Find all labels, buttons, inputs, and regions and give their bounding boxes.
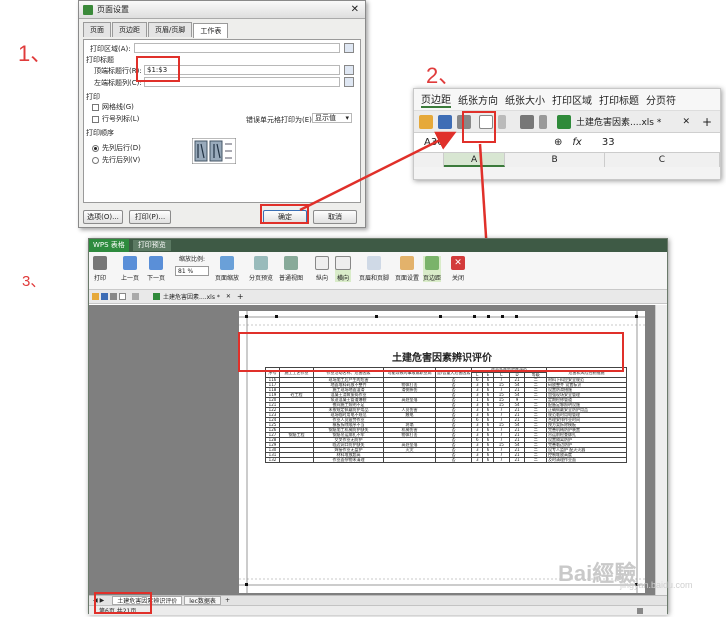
highlight-title-rows: [238, 332, 624, 372]
table-row: 132 作业面杂物未清理 否 3 6 7 21 二及时清理作业面: [265, 457, 627, 463]
print-icon: [93, 256, 107, 270]
margin-handle[interactable]: [473, 315, 476, 318]
wps-titlebar: WPS 表格 打印预览: [89, 239, 667, 252]
margins-button[interactable]: 页边距: [423, 256, 442, 282]
arrow-dialog-to-toolbar: [299, 131, 457, 212]
normal-view-label: 普通视图: [279, 275, 304, 282]
print-icon[interactable]: [110, 293, 117, 300]
page-zoom-icon: [220, 256, 234, 270]
prev-page-button[interactable]: 上一页: [121, 256, 139, 282]
zoom-select[interactable]: 81 %: [175, 266, 209, 276]
normal-view-button[interactable]: 普通视图: [279, 256, 303, 282]
margin-handle[interactable]: [275, 315, 278, 318]
margin-handle[interactable]: [501, 315, 504, 318]
margin-handle[interactable]: [245, 315, 248, 318]
print-button[interactable]: 打印: [93, 256, 107, 282]
page-zoom-button[interactable]: 页面缩放: [215, 256, 239, 282]
sheet-tab-lec[interactable]: lec数据表: [184, 596, 221, 605]
header-footer-button[interactable]: 页眉和页脚: [359, 256, 389, 282]
margin-handle[interactable]: [245, 583, 248, 586]
landscape-button[interactable]: 横向: [335, 256, 351, 282]
margins-label: 页边距: [423, 275, 442, 282]
undo-icon[interactable]: [132, 293, 139, 300]
landscape-label: 横向: [336, 275, 349, 282]
close-preview-button[interactable]: ✕ 关闭: [451, 256, 465, 282]
spreadsheet-icon: [153, 293, 160, 300]
margin-handle[interactable]: [487, 315, 490, 318]
next-page-icon: [149, 256, 163, 270]
portrait-icon: [315, 256, 329, 270]
portrait-label: 纵向: [315, 275, 328, 282]
view-icon[interactable]: [637, 607, 643, 614]
zoom-ratio-group: 缩放比例: 81 %: [175, 254, 209, 276]
page-break-preview-label: 分页预览: [249, 275, 274, 282]
watermark-url: jingyan.baidu.com: [620, 580, 693, 590]
margin-handle[interactable]: [515, 315, 518, 318]
margins-icon: [425, 256, 439, 270]
open-folder-icon[interactable]: [92, 293, 99, 300]
save-icon[interactable]: [101, 293, 108, 300]
page-break-preview-button[interactable]: 分页预览: [249, 256, 273, 282]
header-footer-label: 页眉和页脚: [359, 275, 390, 282]
close-label: 关闭: [451, 275, 464, 282]
add-sheet-icon[interactable]: +: [225, 597, 230, 604]
prev-page-icon: [123, 256, 137, 270]
score-cell: 21: [508, 457, 526, 463]
margin-handle[interactable]: [439, 315, 442, 318]
prev-page-label: 上一页: [121, 275, 140, 282]
add-tab-icon[interactable]: +: [237, 292, 244, 301]
preview-ribbon: 打印 上一页 下一页 缩放比例: 81 % 页面缩放 分页预览 普通视图 纵向 …: [89, 252, 667, 290]
page-zoom-label: 页面缩放: [215, 275, 240, 282]
page-setup-icon: [400, 256, 414, 270]
score-cell: 3: [471, 457, 484, 463]
status-bar: 第6页 共21页: [89, 605, 667, 615]
portrait-button[interactable]: 纵向: [315, 256, 329, 282]
row-number-cell: 132: [265, 457, 280, 463]
margin-handle[interactable]: [375, 315, 378, 318]
score-cell: 6: [482, 457, 494, 463]
next-page-label: 下一页: [147, 275, 166, 282]
page-setup-button[interactable]: 页面设置: [395, 256, 419, 282]
accident-cell: [383, 457, 436, 463]
control-measure-cell: 及时清理作业面: [546, 457, 627, 463]
score-cell: 7: [492, 457, 510, 463]
next-page-button[interactable]: 下一页: [147, 256, 165, 282]
print-label: 打印: [93, 275, 106, 282]
vertical-scrollbar[interactable]: [655, 305, 667, 595]
zoom-value: 81 %: [178, 268, 194, 275]
document-tab[interactable]: 土建危害因素....xls *: [163, 292, 220, 301]
score-cell: 二: [524, 457, 547, 463]
page-break-preview-icon: [254, 256, 268, 270]
highlight-page-count: [94, 592, 152, 614]
major-hazard-cell: 否: [434, 457, 473, 463]
close-icon[interactable]: ✕: [226, 293, 231, 300]
header-footer-icon: [367, 256, 381, 270]
document-tabs: 土建危害因素....xls * ✕ +: [89, 290, 667, 304]
zoom-ratio-label: 缩放比例:: [178, 256, 206, 263]
page-setup-label: 页面设置: [395, 275, 420, 282]
process-cell: [279, 457, 314, 463]
print-preview-icon[interactable]: [119, 293, 126, 300]
print-preview-tab[interactable]: 打印预览: [132, 240, 171, 251]
normal-view-icon: [284, 256, 298, 270]
report-table: 序号 施工工艺作业 作业活动名称、危害因素 可能导致的事故或职业病 是/否重大危…: [265, 367, 627, 463]
wps-logo[interactable]: WPS 表格: [89, 239, 129, 252]
margin-handle[interactable]: [635, 315, 638, 318]
close-icon: ✕: [451, 256, 465, 270]
sheet-tab-bar: ◀ ▶ 土建危害因素辨识评价 lec数据表 +: [89, 595, 667, 605]
landscape-icon: [335, 256, 351, 270]
activity-cell: 作业面杂物未清理: [313, 457, 384, 463]
